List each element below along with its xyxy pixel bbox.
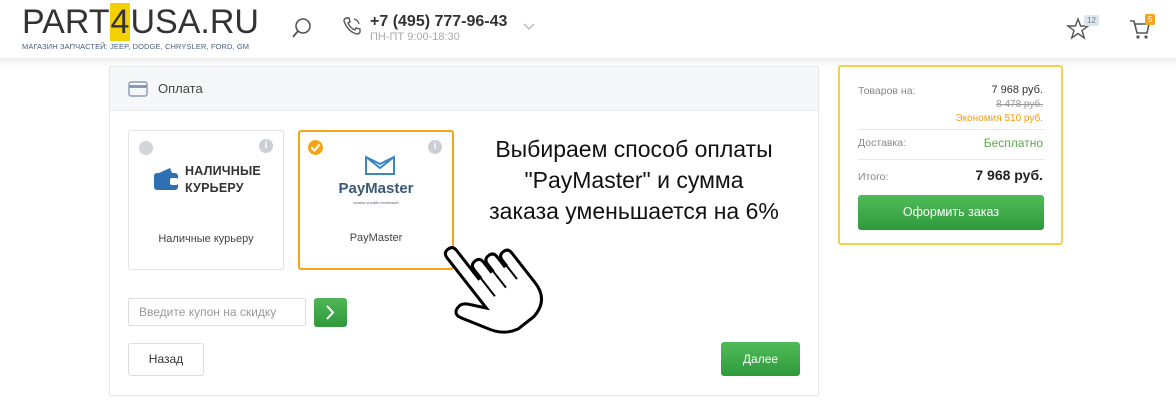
coupon-input[interactable]: Введите купон на скидку	[128, 298, 306, 326]
paymaster-logo-subtext: прием онлайн-платежей	[353, 200, 399, 205]
total-label: Итого:	[858, 171, 889, 183]
annotation-line1: Выбираем способ оплаты	[495, 136, 773, 162]
back-button[interactable]: Назад	[128, 343, 204, 376]
info-icon[interactable]: i	[259, 139, 273, 153]
next-button[interactable]: Далее	[721, 342, 800, 376]
chevron-right-icon	[326, 305, 335, 320]
logo-usa-text: USA.RU	[130, 3, 259, 41]
delivery-value: Бесплатно	[983, 136, 1043, 150]
site-header: PART4USA.RU МАГАЗИН ЗАПЧАСТЕЙ: JEEP, DOD…	[0, 0, 1176, 60]
radio-unselected[interactable]	[139, 141, 153, 155]
delivery-label: Доставка:	[858, 137, 907, 149]
checkout-button[interactable]: Оформить заказ	[858, 195, 1044, 230]
paymaster-logo-text: PayMaster	[338, 180, 414, 197]
phone-number[interactable]: +7 (495) 777-96-43	[370, 13, 507, 31]
working-hours: ПН-ПТ 9:00-18:30	[370, 31, 460, 43]
cash-logo-line1: НАЛИЧНЫЕ	[185, 164, 261, 178]
checkmark-icon[interactable]	[308, 140, 323, 155]
credit-card-icon	[128, 81, 148, 97]
paymaster-logo-icon	[360, 154, 400, 178]
info-icon[interactable]: i	[428, 140, 442, 154]
old-price: 8 478 руб.	[996, 99, 1043, 110]
favorites-count-badge: 12	[1084, 15, 1099, 26]
goods-label: Товаров на:	[858, 85, 916, 97]
logo-part-text: PART	[22, 3, 110, 41]
pointing-hand-icon	[428, 234, 552, 346]
summary-divider	[858, 129, 1044, 130]
wallet-icon	[153, 167, 179, 191]
site-logo[interactable]: PART4USA.RU	[22, 2, 259, 42]
cash-logo-line2: КУРЬЕРУ	[185, 181, 244, 195]
site-tagline: МАГАЗИН ЗАПЧАСТЕЙ: JEEP, DODGE, CHRYSLER…	[22, 42, 250, 51]
logo-four-text: 4	[109, 3, 131, 41]
annotation-line2: "PayMaster" и сумма	[524, 167, 744, 193]
payment-title: Оплата	[158, 81, 203, 96]
payment-option-cash[interactable]: i НАЛИЧНЫЕ КУРЬЕРУ Наличные курьеру	[128, 130, 284, 270]
search-icon[interactable]	[290, 16, 314, 40]
total-value: 7 968 руб.	[975, 167, 1043, 183]
economy-amount: Экономия 510 руб.	[955, 113, 1043, 124]
cash-option-caption: Наличные курьеру	[158, 233, 254, 245]
payment-panel-header: Оплата	[110, 67, 818, 111]
annotation-text: Выбираем способ оплаты "PayMaster" и сум…	[462, 134, 806, 227]
annotation-line3: заказа уменьшается на 6%	[489, 198, 779, 224]
phone-icon	[342, 16, 362, 36]
goods-value: 7 968 руб.	[991, 84, 1043, 96]
order-summary: Товаров на: 7 968 руб. 8 478 руб. Эконом…	[838, 65, 1063, 245]
chevron-down-icon[interactable]	[522, 20, 536, 34]
cash-logo-text: НАЛИЧНЫЕ КУРЬЕРУ	[185, 163, 261, 197]
summary-divider	[858, 159, 1044, 160]
coupon-apply-button[interactable]	[314, 298, 347, 327]
cart-count-badge: 5	[1145, 14, 1156, 25]
